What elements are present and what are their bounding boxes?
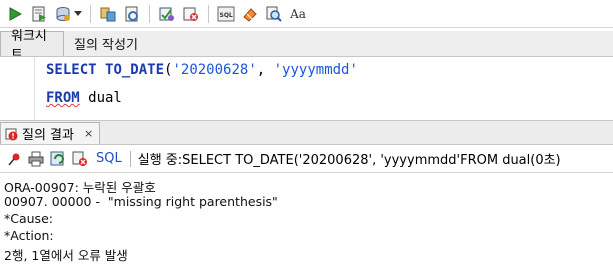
function-to-date: TO_DATE xyxy=(105,62,165,78)
tab-worksheet[interactable]: 워크시트 xyxy=(0,29,64,63)
sql-button[interactable]: SQL xyxy=(96,151,122,166)
run-script-icon[interactable] xyxy=(30,5,48,23)
tab-query-result-label: 질의 결과 xyxy=(22,128,74,143)
output-line-position: 2행, 1열에서 오류 발생 xyxy=(4,248,128,263)
keyword-from: FROM xyxy=(46,90,80,106)
close-icon[interactable]: × xyxy=(84,127,93,140)
results-toolbar: SQL 실행 중:SELECT TO_DATE('20200628', 'yyy… xyxy=(0,145,613,173)
print-icon[interactable] xyxy=(28,151,44,167)
keyword-select: SELECT xyxy=(46,62,97,78)
output-line-error-message: 00907. 00000 - "missing right parenthesi… xyxy=(4,194,278,209)
sql-editor[interactable]: SELECT TO_DATE('20200628', 'yyyymmdd' FR… xyxy=(0,57,613,121)
toolbar-separator xyxy=(149,4,150,23)
toolbar-separator xyxy=(90,4,91,23)
eraser-icon[interactable] xyxy=(241,5,259,23)
clear-icon[interactable] xyxy=(182,5,200,23)
cancel-execution-icon[interactable] xyxy=(72,151,88,167)
script-output: ORA-00907: 누락된 우괄호 00907. 00000 - "missi… xyxy=(0,173,613,267)
find-icon[interactable] xyxy=(265,5,283,23)
commit-icon[interactable] xyxy=(54,5,72,23)
sql-tuning-icon[interactable] xyxy=(158,5,176,23)
autotrace-icon[interactable] xyxy=(123,5,141,23)
format-glyph: Aa xyxy=(290,6,306,21)
explain-plan-icon[interactable] xyxy=(99,5,117,23)
tab-query-builder-label: 질의 작성기 xyxy=(74,38,138,53)
execution-status: 실행 중:SELECT TO_DATE('20200628', 'yyyymmd… xyxy=(137,153,561,168)
string-date: '20200628' xyxy=(172,62,257,78)
toolbar-separator xyxy=(129,150,131,167)
worksheet-toolbar: SQL Aa xyxy=(0,0,613,28)
tab-query-builder[interactable]: 질의 작성기 xyxy=(64,31,148,56)
dropdown-arrow-icon[interactable] xyxy=(74,5,82,23)
format-icon[interactable]: Aa xyxy=(289,5,307,23)
code-line-2: FROM dual xyxy=(46,90,122,106)
tab-query-result[interactable]: 질의 결과 × xyxy=(0,122,101,144)
sql-history-icon[interactable]: SQL xyxy=(217,5,235,23)
comma: , xyxy=(256,62,274,78)
code-line-1: SELECT TO_DATE('20200628', 'yyyymmdd' xyxy=(46,62,358,78)
table-dual: dual xyxy=(79,90,122,106)
pin-icon[interactable] xyxy=(6,151,22,167)
error-result-icon xyxy=(5,127,19,141)
editor-gutter xyxy=(0,57,35,120)
output-line-action: *Action: xyxy=(4,228,54,243)
svg-text:SQL: SQL xyxy=(220,12,233,19)
output-line-cause: *Cause: xyxy=(4,211,53,226)
results-tabbar: 질의 결과 × xyxy=(0,121,613,145)
worksheet-tabs: 워크시트 질의 작성기 xyxy=(0,29,613,63)
toolbar-separator xyxy=(208,4,209,23)
string-format: 'yyyymmdd' xyxy=(273,62,358,78)
run-statement-icon[interactable] xyxy=(6,5,24,23)
refresh-icon[interactable] xyxy=(50,151,66,167)
